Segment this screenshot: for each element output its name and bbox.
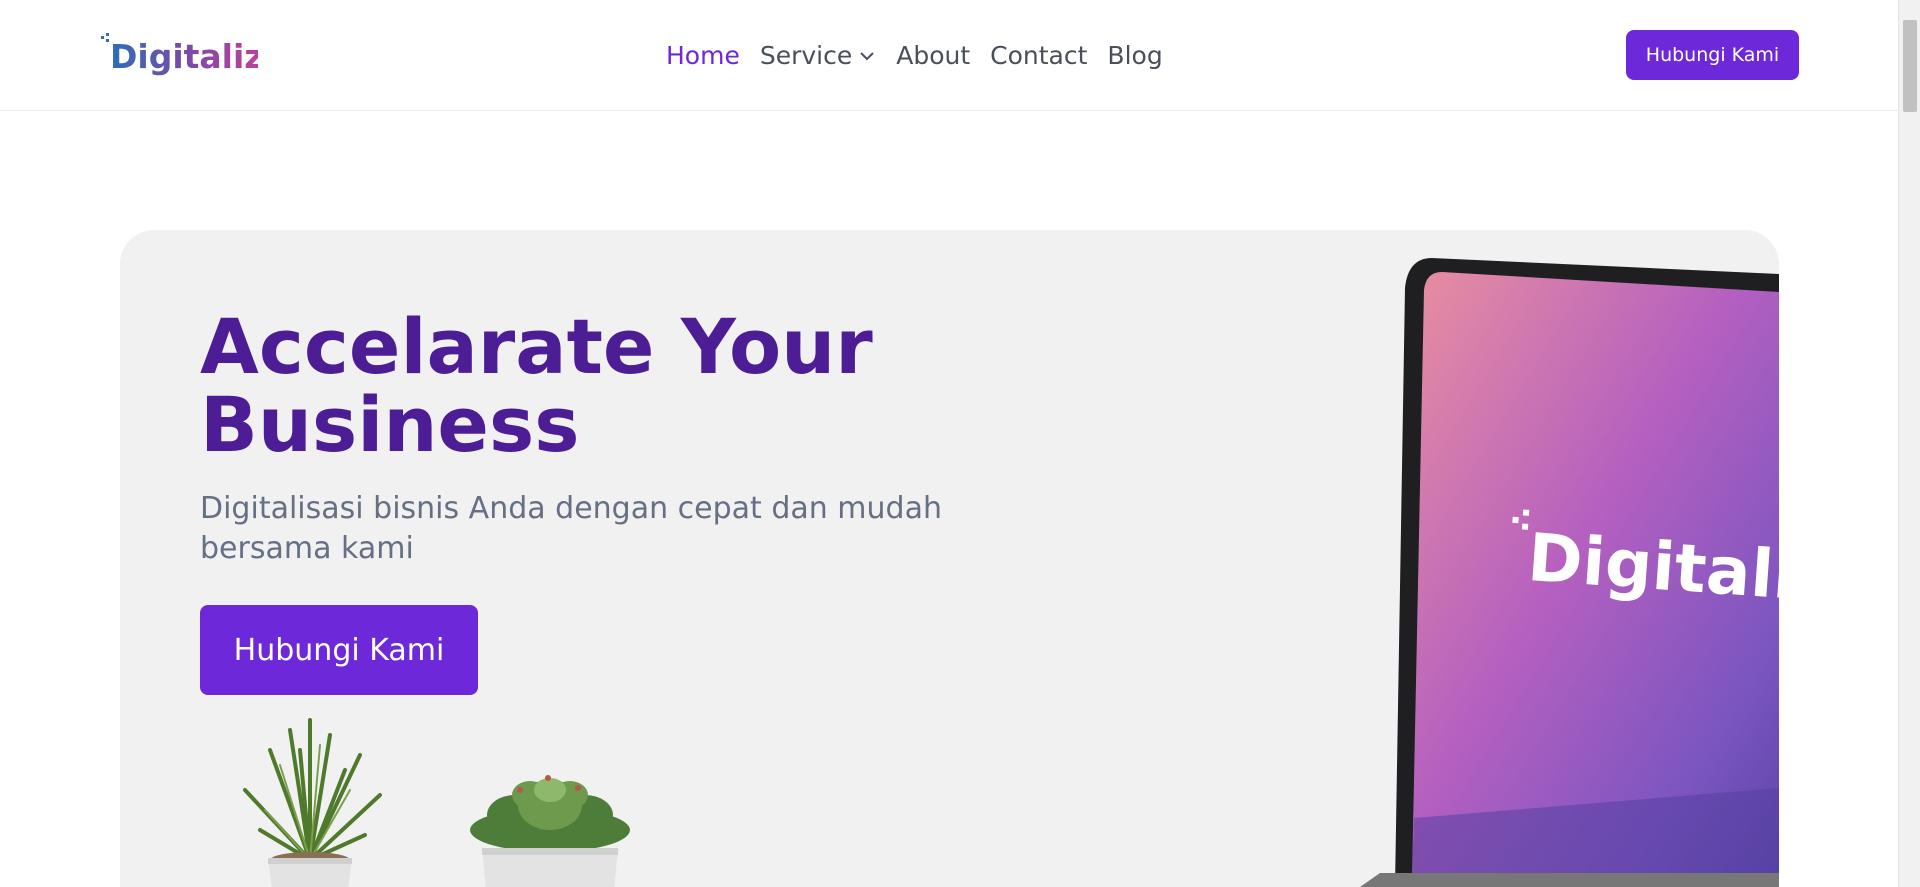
nav-service[interactable]: Service bbox=[760, 38, 876, 74]
hero-section: Accelarate Your Business Digitalisasi bi… bbox=[120, 230, 1779, 887]
scrollbar-thumb[interactable] bbox=[1903, 20, 1917, 112]
main-nav: Home Service About Contact Blog bbox=[666, 38, 1183, 74]
hubungi-kami-header-button[interactable]: Hubungi Kami bbox=[1626, 30, 1799, 80]
digitaliz-logo[interactable]: Digitaliz bbox=[98, 30, 264, 82]
succulent-plant-image bbox=[470, 775, 630, 887]
nav-home[interactable]: Home bbox=[666, 38, 740, 74]
hero-subtitle: Digitalisasi bisnis Anda dengan cepat da… bbox=[200, 491, 942, 566]
nav-contact[interactable]: Contact bbox=[990, 38, 1087, 74]
nav-blog[interactable]: Blog bbox=[1107, 38, 1162, 74]
nav-service-label: Service bbox=[759, 41, 853, 70]
hero-title: Accelarate Your Business bbox=[200, 302, 873, 469]
laptop-mockup-image: Digitaliz bbox=[1360, 258, 1779, 887]
svg-text:Digitaliz: Digitaliz bbox=[110, 37, 258, 76]
page-scrollbar[interactable] bbox=[1898, 0, 1920, 887]
logo-graphic: Digitaliz bbox=[101, 33, 264, 76]
nav-about[interactable]: About bbox=[896, 38, 970, 74]
hubungi-kami-hero-button[interactable]: Hubungi Kami bbox=[200, 605, 478, 695]
site-header: Digitaliz Home Service About Contact Blo… bbox=[0, 0, 1898, 111]
chevron-down-icon bbox=[860, 52, 874, 61]
spiky-plant-image bbox=[243, 718, 382, 887]
